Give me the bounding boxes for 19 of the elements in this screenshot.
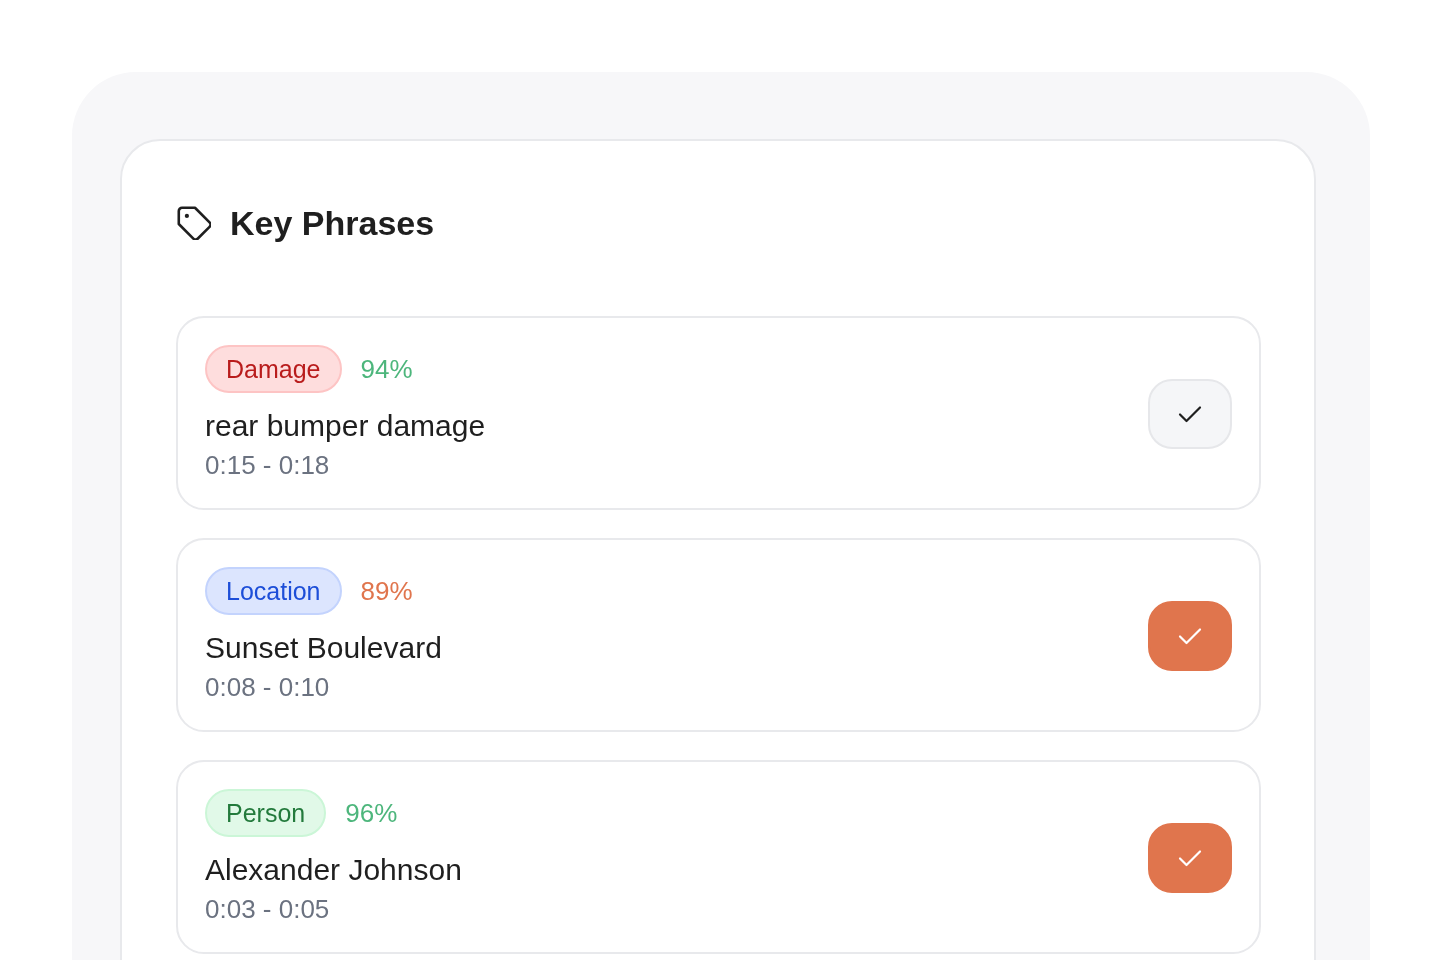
confidence-score: 94% bbox=[360, 354, 413, 384]
time-range: 0:15 - 0:18 bbox=[205, 450, 331, 480]
phrase-text: Sunset Boulevard bbox=[205, 630, 442, 666]
confidence-score: 96% bbox=[345, 798, 398, 828]
phrase-text: rear bumper damage bbox=[205, 408, 486, 444]
check-icon bbox=[1178, 848, 1202, 867]
check-icon bbox=[1178, 626, 1202, 645]
panel-title: Key Phrases bbox=[230, 203, 435, 243]
category-tag: Person bbox=[205, 789, 327, 837]
tag-icon bbox=[177, 206, 211, 240]
category-tag: Location bbox=[205, 567, 342, 615]
check-icon bbox=[1178, 404, 1202, 423]
confirm-button[interactable] bbox=[1148, 822, 1232, 893]
phrase-text: Alexander Johnson bbox=[205, 852, 462, 888]
category-tag: Damage bbox=[205, 345, 342, 393]
time-range: 0:03 - 0:05 bbox=[205, 894, 331, 924]
confirm-button[interactable] bbox=[1148, 600, 1232, 671]
confidence-score: 89% bbox=[360, 576, 413, 606]
time-range: 0:08 - 0:10 bbox=[205, 672, 331, 702]
